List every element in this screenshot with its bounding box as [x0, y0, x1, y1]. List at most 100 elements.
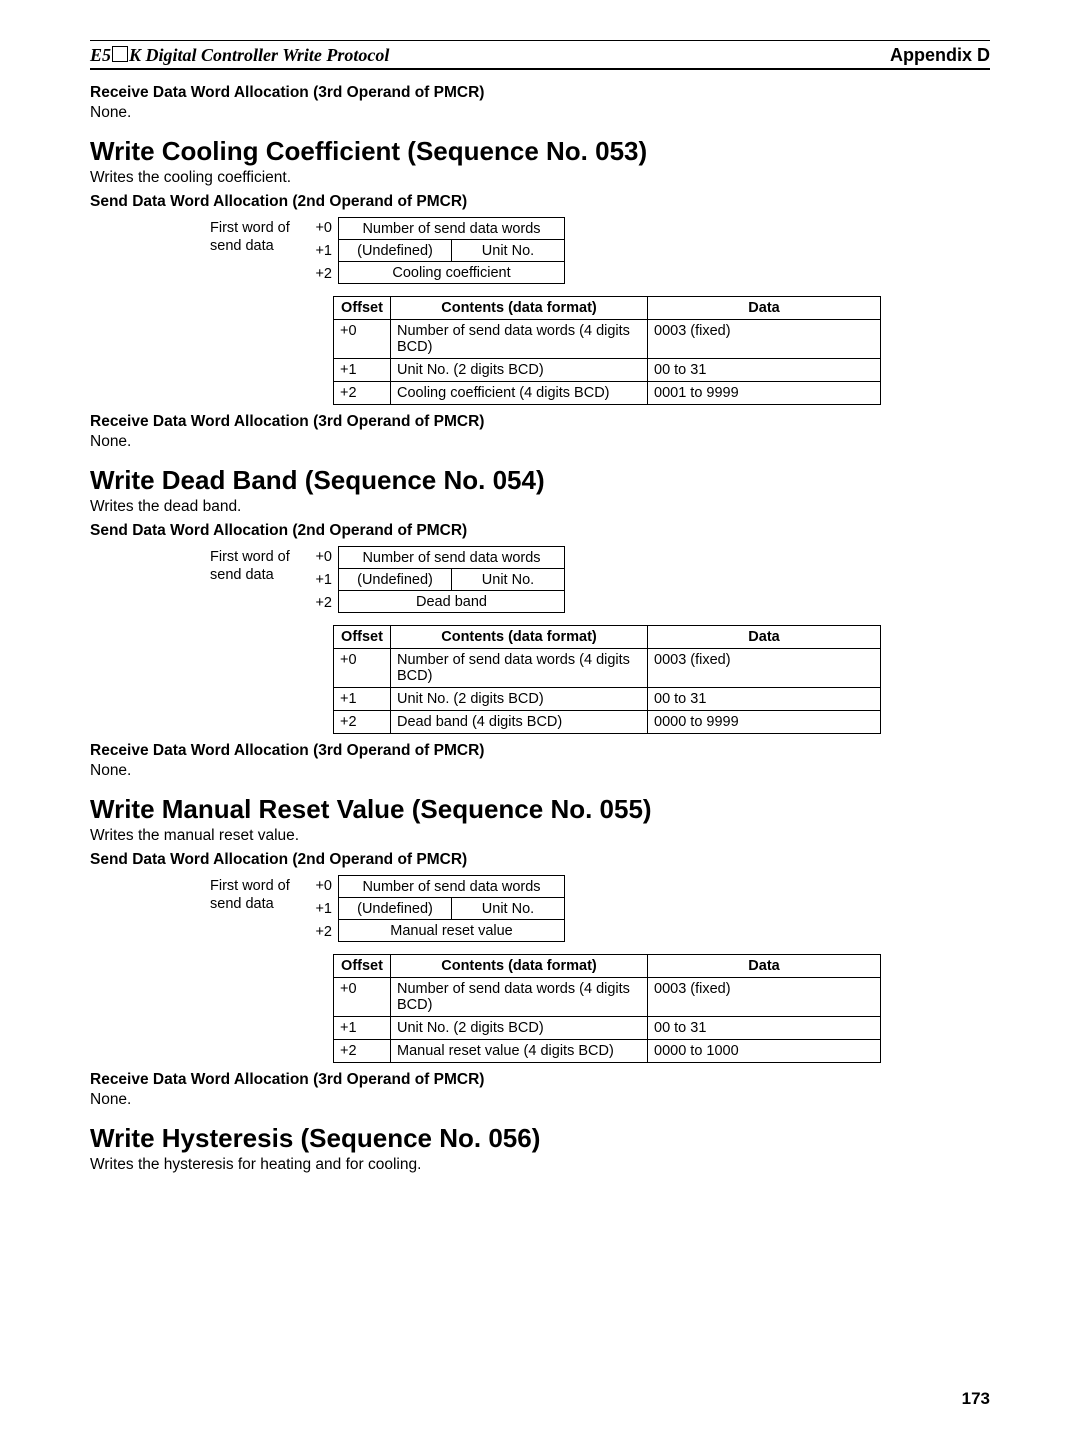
table-row: +0Number of send data words (4 digits BC… [334, 320, 881, 359]
table-row: +2Cooling coefficient (4 digits BCD)0001… [334, 382, 881, 405]
diagram-offsets: +0+1+2 [300, 546, 338, 615]
table-cell: 0000 to 1000 [648, 1040, 881, 1063]
table-cell: 00 to 31 [648, 359, 881, 382]
table-header: Data [648, 297, 881, 320]
page-number: 173 [962, 1389, 990, 1409]
placeholder-box-icon [112, 46, 128, 62]
table-cell: +2 [334, 711, 391, 734]
diagram-cell: Unit No. [452, 569, 565, 591]
diagram-offset-label: +2 [300, 592, 332, 615]
top-receive-heading: Receive Data Word Allocation (3rd Operan… [90, 84, 990, 102]
diagram-cell: Unit No. [452, 240, 565, 262]
table-cell: +1 [334, 359, 391, 382]
table-cell: Cooling coefficient (4 digits BCD) [391, 382, 648, 405]
table-row: +0Number of send data words (4 digits BC… [334, 978, 881, 1017]
table-cell: +0 [334, 978, 391, 1017]
receive-text: None. [90, 1091, 990, 1109]
diagram-row: First word of send data+0+1+2Number of s… [90, 217, 990, 286]
section-title: Write Hysteresis (Sequence No. 056) [90, 1123, 990, 1154]
table-cell: +2 [334, 1040, 391, 1063]
table-header: Offset [334, 955, 391, 978]
receive-text: None. [90, 433, 990, 451]
sections-container: Write Cooling Coefficient (Sequence No. … [90, 136, 990, 1174]
receive-heading: Receive Data Word Allocation (3rd Operan… [90, 413, 990, 431]
diagram-offset-label: +2 [300, 263, 332, 286]
table-cell: 0003 (fixed) [648, 320, 881, 359]
header-left: E5K Digital Controller Write Protocol [90, 45, 389, 66]
diagram-cell: Cooling coefficient [339, 262, 565, 284]
diagram-table: Number of send data words(Undefined)Unit… [338, 546, 565, 613]
table-row: +2Dead band (4 digits BCD)0000 to 9999 [334, 711, 881, 734]
table-cell: +1 [334, 688, 391, 711]
table-cell: +0 [334, 649, 391, 688]
table-cell: 00 to 31 [648, 688, 881, 711]
table-cell: 00 to 31 [648, 1017, 881, 1040]
section-desc: Writes the hysteresis for heating and fo… [90, 1156, 990, 1174]
page-header: E5K Digital Controller Write Protocol Ap… [90, 40, 990, 70]
diagram-cell: Number of send data words [339, 218, 565, 240]
table-header: Offset [334, 626, 391, 649]
table-cell: 0003 (fixed) [648, 649, 881, 688]
diagram-table: Number of send data words(Undefined)Unit… [338, 875, 565, 942]
diagram-offset-label: +0 [300, 217, 332, 240]
diagram-cell: Number of send data words [339, 876, 565, 898]
table-cell: Unit No. (2 digits BCD) [391, 359, 648, 382]
diagram-table: Number of send data words(Undefined)Unit… [338, 217, 565, 284]
page: E5K Digital Controller Write Protocol Ap… [0, 0, 1080, 1435]
table-header: Data [648, 626, 881, 649]
diagram-cell: Manual reset value [339, 920, 565, 942]
section-desc: Writes the dead band. [90, 498, 990, 516]
table-header: Offset [334, 297, 391, 320]
diagram-cell: (Undefined) [339, 569, 452, 591]
data-table: OffsetContents (data format)Data+0Number… [333, 625, 881, 734]
diagram-cell: Number of send data words [339, 547, 565, 569]
table-row: +0Number of send data words (4 digits BC… [334, 649, 881, 688]
table-cell: +0 [334, 320, 391, 359]
data-table: OffsetContents (data format)Data+0Number… [333, 954, 881, 1063]
table-row: +1Unit No. (2 digits BCD)00 to 31 [334, 688, 881, 711]
diagram-row: First word of send data+0+1+2Number of s… [90, 875, 990, 944]
diagram-offsets: +0+1+2 [300, 875, 338, 944]
diagram-cell: (Undefined) [339, 240, 452, 262]
receive-heading: Receive Data Word Allocation (3rd Operan… [90, 1071, 990, 1089]
table-header: Contents (data format) [391, 297, 648, 320]
header-left-pre: E5 [90, 45, 111, 65]
receive-text: None. [90, 762, 990, 780]
table-row: +2Manual reset value (4 digits BCD)0000 … [334, 1040, 881, 1063]
table-cell: Number of send data words (4 digits BCD) [391, 649, 648, 688]
diagram-offset-label: +2 [300, 921, 332, 944]
send-heading: Send Data Word Allocation (2nd Operand o… [90, 522, 990, 540]
diagram-offset-label: +0 [300, 546, 332, 569]
receive-heading: Receive Data Word Allocation (3rd Operan… [90, 742, 990, 760]
table-cell: Dead band (4 digits BCD) [391, 711, 648, 734]
send-heading: Send Data Word Allocation (2nd Operand o… [90, 193, 990, 211]
table-header: Contents (data format) [391, 955, 648, 978]
diagram-cell: (Undefined) [339, 898, 452, 920]
table-cell: +2 [334, 382, 391, 405]
diagram-offset-label: +1 [300, 569, 332, 592]
diagram-offset-label: +1 [300, 240, 332, 263]
diagram-caption: First word of send data [90, 217, 300, 255]
table-header: Contents (data format) [391, 626, 648, 649]
table-row: +1Unit No. (2 digits BCD)00 to 31 [334, 1017, 881, 1040]
diagram-caption: First word of send data [90, 875, 300, 913]
section-title: Write Manual Reset Value (Sequence No. 0… [90, 794, 990, 825]
diagram-offsets: +0+1+2 [300, 217, 338, 286]
table-header: Data [648, 955, 881, 978]
section-desc: Writes the cooling coefficient. [90, 169, 990, 187]
table-cell: +1 [334, 1017, 391, 1040]
table-cell: Unit No. (2 digits BCD) [391, 688, 648, 711]
table-cell: Number of send data words (4 digits BCD) [391, 320, 648, 359]
section-title: Write Cooling Coefficient (Sequence No. … [90, 136, 990, 167]
diagram-cell: Unit No. [452, 898, 565, 920]
top-receive-text: None. [90, 104, 990, 122]
table-cell: 0001 to 9999 [648, 382, 881, 405]
diagram-offset-label: +0 [300, 875, 332, 898]
section-title: Write Dead Band (Sequence No. 054) [90, 465, 990, 496]
table-cell: 0000 to 9999 [648, 711, 881, 734]
table-cell: Manual reset value (4 digits BCD) [391, 1040, 648, 1063]
diagram-cell: Dead band [339, 591, 565, 613]
table-row: +1Unit No. (2 digits BCD)00 to 31 [334, 359, 881, 382]
diagram-caption: First word of send data [90, 546, 300, 584]
section-desc: Writes the manual reset value. [90, 827, 990, 845]
